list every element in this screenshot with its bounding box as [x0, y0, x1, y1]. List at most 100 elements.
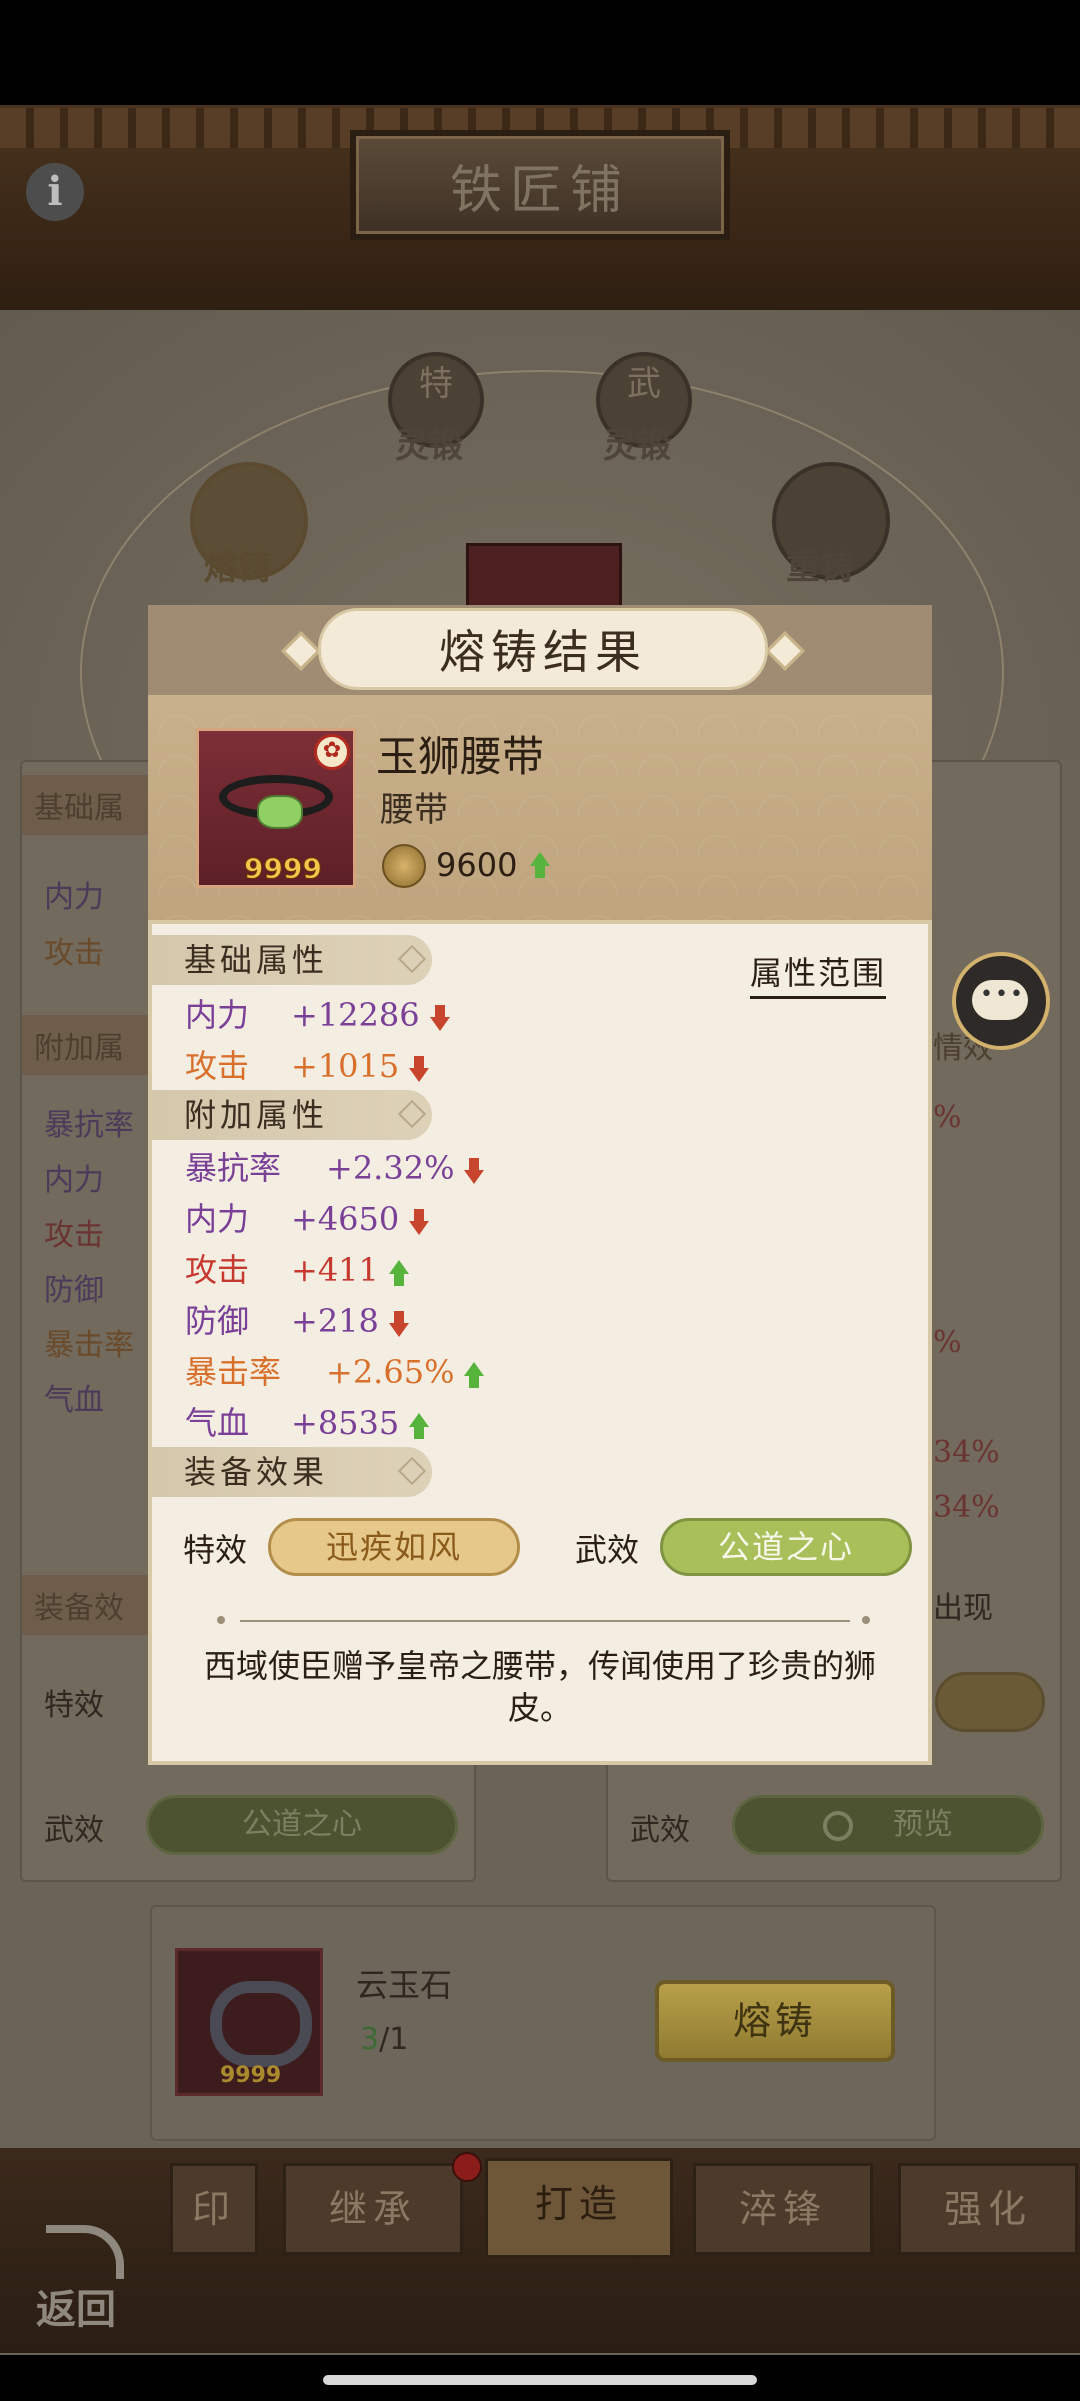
- attr-value: +12286: [291, 996, 420, 1034]
- bg-right-special-pill[interactable]: [935, 1672, 1045, 1732]
- bg-extra-row-3: 攻击: [44, 1218, 104, 1253]
- trend-up-icon: [464, 1361, 485, 1388]
- jade-buckle: [257, 795, 303, 829]
- divider-line: [240, 1620, 850, 1622]
- back-button[interactable]: 返回: [28, 2225, 148, 2335]
- bg-martial-label: 武效: [44, 1813, 104, 1848]
- item-count: 9999: [244, 852, 323, 886]
- search-icon: [823, 1811, 853, 1841]
- item-quality-badge-icon: ✿: [314, 734, 350, 770]
- attr-name: 防御: [185, 1302, 250, 1340]
- attr-value: +4650: [291, 1200, 400, 1238]
- attribute-range-link[interactable]: 属性范围: [750, 948, 887, 999]
- cloud-jade-stone-icon[interactable]: 9999: [175, 1948, 323, 2096]
- attr-name: 气血: [185, 1404, 250, 1442]
- page-title: 铁匠铺: [449, 160, 630, 221]
- attr-name: 暴抗率: [185, 1149, 282, 1187]
- bg-right-pct-2: %: [933, 1325, 962, 1360]
- tab-inherit[interactable]: 继承: [283, 2163, 463, 2255]
- material-have: 3: [360, 2022, 380, 2057]
- extra-attr-defense: 防御 +218: [185, 1296, 409, 1346]
- attr-name: 攻击: [185, 1251, 250, 1289]
- equipment-slot[interactable]: [466, 543, 622, 614]
- dialog-title: 熔铸结果: [439, 625, 647, 679]
- stone-shape: [210, 1981, 312, 2067]
- martial-forge-char: 武: [627, 364, 661, 404]
- base-attributes-heading: 基础属性: [152, 935, 432, 985]
- preview-button[interactable]: 预览: [732, 1795, 1044, 1855]
- extra-attributes-heading: 附加属性: [152, 1090, 432, 1140]
- bg-right-appear: 出现: [933, 1591, 993, 1626]
- attr-name: 暴击率: [185, 1353, 282, 1391]
- stone-count: 9999: [220, 2063, 282, 2088]
- special-effect-pill[interactable]: 迅疾如风: [268, 1518, 520, 1576]
- attr-value: +2.32%: [326, 1149, 455, 1187]
- special-effect-label: 特效: [183, 1531, 248, 1569]
- attr-value: +411: [291, 1251, 379, 1289]
- material-name: 云玉石: [356, 1966, 453, 2004]
- tab-craft[interactable]: 打造: [485, 2158, 673, 2258]
- base-attr-attack: 攻击 +1015: [185, 1041, 430, 1091]
- bg-special-label: 特效: [44, 1688, 104, 1723]
- material-quantity: 3/1: [360, 2022, 408, 2057]
- bg-extra-row-6: 气血: [44, 1383, 104, 1418]
- martial-effect-pill[interactable]: 公道之心: [660, 1518, 912, 1576]
- trend-up-icon: [388, 1259, 409, 1286]
- trend-down-icon: [429, 1004, 450, 1031]
- martial-effect-label: 武效: [575, 1531, 640, 1569]
- trend-up-icon: [409, 1412, 430, 1439]
- trend-down-icon: [464, 1157, 485, 1184]
- attr-value: +2.65%: [326, 1353, 455, 1391]
- power-rating-icon: [382, 844, 426, 888]
- info-icon[interactable]: i: [26, 163, 84, 221]
- home-indicator: [323, 2375, 757, 2385]
- tab-temper[interactable]: 淬锋: [693, 2163, 873, 2255]
- material-need: /1: [379, 2022, 409, 2057]
- tab-enhance[interactable]: 强化: [898, 2163, 1078, 2255]
- item-name: 玉狮腰带: [376, 732, 545, 781]
- power-trend-up-icon: [530, 852, 550, 878]
- special-forge-label: 灵锻: [395, 426, 463, 466]
- bg-extra-row-1: 暴抗率: [44, 1108, 134, 1143]
- divider-dot-left: [217, 1616, 225, 1624]
- item-description: 西域使臣赠予皇帝之腰带，传闻使用了珍贵的狮皮。: [203, 1647, 876, 1727]
- smelt-mode-label: 熔铸: [204, 548, 272, 588]
- bg-right-pct-1: %: [933, 1100, 962, 1135]
- bg-extra-row-4: 防御: [44, 1273, 104, 1308]
- preview-label: 预览: [893, 1807, 953, 1842]
- martial-forge-label: 灵锻: [603, 426, 671, 466]
- page-title-plaque: 铁匠铺: [350, 130, 730, 240]
- extra-attr-crit-rate: 暴击率 +2.65%: [185, 1347, 485, 1397]
- bg-base-row-2: 攻击: [44, 936, 104, 971]
- recast-mode-label: 重铸: [786, 548, 854, 588]
- extra-attr-hp: 气血 +8535: [185, 1398, 430, 1448]
- base-attr-neili: 内力 +12286: [185, 990, 450, 1040]
- bg-right-pct-4: 34%: [933, 1490, 1000, 1525]
- bg-right-pct-3: 34%: [933, 1435, 1000, 1470]
- bg-base-row-1: 内力: [44, 880, 104, 915]
- power-rating-value: 9600: [436, 846, 518, 884]
- attr-value: +8535: [291, 1404, 400, 1442]
- attr-value: +1015: [291, 1047, 400, 1085]
- attr-value: +218: [291, 1302, 379, 1340]
- notification-dot: [452, 2152, 482, 2182]
- trend-down-icon: [409, 1055, 430, 1082]
- special-forge-char: 特: [419, 364, 453, 404]
- attr-name: 内力: [185, 996, 250, 1034]
- attr-name: 攻击: [185, 1047, 250, 1085]
- smelt-button[interactable]: 熔铸: [655, 1980, 895, 2062]
- bg-right-martial-label: 武效: [630, 1813, 690, 1848]
- item-type: 腰带: [380, 790, 448, 830]
- extra-attr-neili: 内力 +4650: [185, 1194, 430, 1244]
- tab-seal[interactable]: 印: [170, 2163, 258, 2255]
- attr-name: 内力: [185, 1200, 250, 1238]
- bg-extra-row-5: 暴击率: [44, 1328, 134, 1363]
- extra-attr-crit-resist: 暴抗率 +2.32%: [185, 1143, 485, 1193]
- equip-effects-heading: 装备效果: [152, 1447, 432, 1497]
- divider-dot-right: [862, 1616, 870, 1624]
- back-label: 返回: [36, 2286, 116, 2333]
- bg-martial-pill[interactable]: 公道之心: [146, 1795, 458, 1855]
- back-arrow-icon: [46, 2225, 124, 2279]
- extra-attr-attack: 攻击 +411: [185, 1245, 409, 1295]
- trend-down-icon: [409, 1208, 430, 1235]
